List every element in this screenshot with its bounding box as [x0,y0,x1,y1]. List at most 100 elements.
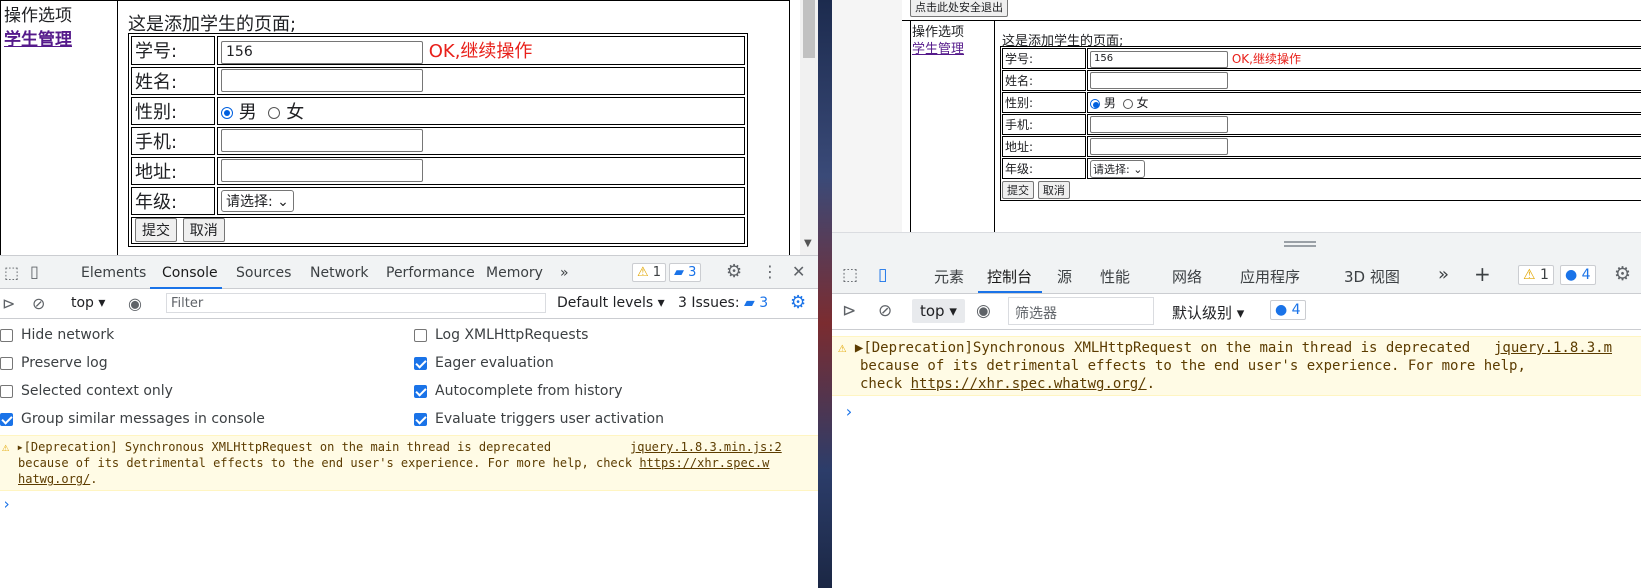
checkbox[interactable] [0,384,13,398]
device-toolbar-icon[interactable]: ▯ [878,267,887,284]
gender-male-label: 男 [238,101,257,123]
student-id-input[interactable]: 156 [221,40,423,64]
grade-select[interactable]: 请选择: ⌄ [221,189,294,212]
setting-preserve-log[interactable]: Preserve log [0,355,108,371]
gear-icon[interactable]: ⚙ [726,263,742,281]
submit-button[interactable]: 提交 [135,218,177,242]
checkbox[interactable] [0,412,13,426]
xhr-spec-link-cont[interactable]: hatwg.org/ [18,472,90,486]
warning-text-end: hatwg.org/. [18,472,98,486]
context-selector[interactable]: top ▾ [912,299,965,323]
tab-application[interactable]: 应用程序 [1240,266,1300,287]
filter-input[interactable]: 筛选器 [1008,297,1154,325]
sidebar-toggle-icon[interactable]: ⊳ [842,303,856,320]
gear-icon[interactable]: ⚙ [1614,265,1631,284]
checkbox[interactable] [414,384,427,398]
checkbox[interactable] [0,356,13,370]
context-selector[interactable]: top ▾ [71,295,105,311]
logout-button[interactable]: 点击此处安全退出 [910,0,1008,17]
devtools-resize-handle[interactable] [832,232,1641,256]
submit-button[interactable]: 提交 [1002,180,1034,199]
sidebar-toggle-icon[interactable]: ⊳ [2,296,15,312]
console-prompt[interactable]: › [2,495,11,513]
devtools-tabbar: ⬚ ▯ 元素 控制台 源 性能 网络 应用程序 3D 视图 » + ⚠ 1 ● … [832,256,1641,294]
gender-female-radio[interactable] [268,106,281,119]
scroll-down-arrow-icon[interactable]: ▼ [804,238,812,249]
log-levels-dropdown[interactable]: 默认级别 ▾ [1172,302,1244,323]
xhr-spec-link[interactable]: https://xhr.spec.whatwg.org/ [911,376,1147,392]
tab-sources[interactable]: Sources [236,265,291,281]
setting-eager-evaluation[interactable]: Eager evaluation [414,355,554,371]
setting-log-xhr[interactable]: Log XMLHttpRequests [414,327,588,343]
tab-elements[interactable]: 元素 [934,266,964,287]
gender-male-radio[interactable] [1090,98,1100,109]
tab-console[interactable]: 控制台 [987,266,1032,287]
student-id-input[interactable]: 156 [1090,50,1228,68]
devtools-panel: ⬚ ▯ 元素 控制台 源 性能 网络 应用程序 3D 视图 » + ⚠ 1 ● … [832,256,1641,588]
inspect-element-icon[interactable]: ⬚ [4,265,19,281]
phone-input[interactable] [1090,116,1228,133]
tab-console[interactable]: Console [162,265,218,281]
setting-group-similar[interactable]: Group similar messages in console [0,411,265,427]
expand-arrow-icon[interactable]: ▸ [16,440,23,454]
setting-selected-context[interactable]: Selected context only [0,383,173,399]
issues-button[interactable]: 3 Issues: ▰ 3 [678,295,768,311]
chevron-down-icon: ⌄ [1133,162,1143,176]
tab-performance[interactable]: Performance [386,265,475,281]
student-management-link[interactable]: 学生管理 [912,42,964,57]
more-options-icon[interactable]: ⋮ [762,264,778,280]
console-prompt[interactable]: › [844,402,854,421]
tab-elements[interactable]: Elements [81,265,146,281]
checkbox[interactable] [414,356,427,370]
inspect-element-icon[interactable]: ⬚ [842,267,858,284]
warnings-badge[interactable]: ⚠ 1 [632,263,667,282]
form-row-phone: 手机: [1002,114,1641,135]
tab-performance[interactable]: 性能 [1100,266,1130,287]
setting-autocomplete-history[interactable]: Autocomplete from history [414,383,623,399]
scrollbar-thumb[interactable] [803,0,815,58]
console-settings-gear-icon[interactable]: ⚙ [790,294,806,312]
tab-network[interactable]: Network [310,265,368,281]
name-input[interactable] [221,69,423,92]
checkbox[interactable] [414,328,427,342]
eye-icon[interactable]: ◉ [128,296,142,312]
gender-male-radio[interactable] [221,106,233,119]
tab-network[interactable]: 网络 [1172,266,1202,287]
grade-select[interactable]: 请选择: ⌄ [1090,159,1146,178]
cancel-button[interactable]: 取消 [1037,180,1070,199]
drag-grip-icon[interactable] [1284,241,1316,247]
messages-badge[interactable]: ● 4 [1560,265,1596,285]
setting-evaluate-triggers[interactable]: Evaluate triggers user activation [414,411,664,427]
devtools-panel: ⬚ ▯ Elements Console Sources Network Per… [0,255,818,588]
cancel-button[interactable]: 取消 [182,218,225,242]
gender-female-radio[interactable] [1122,98,1133,109]
xhr-spec-link[interactable]: https://xhr.spec.w [639,456,769,470]
checkbox[interactable] [414,412,427,426]
checkbox[interactable] [0,328,13,342]
device-toolbar-icon[interactable]: ▯ [30,264,39,280]
clear-console-icon[interactable]: ⊘ [878,303,892,320]
issues-button[interactable]: ● 4 [1270,300,1306,320]
tab-sources[interactable]: 源 [1057,266,1072,287]
phone-input[interactable] [221,129,423,152]
eye-icon[interactable]: ◉ [976,303,991,320]
source-link[interactable]: jquery.1.8.3.min.js:2 [630,439,782,455]
tab-3d-view[interactable]: 3D 视图 [1344,266,1400,287]
messages-badge[interactable]: ▰ 3 [669,263,702,282]
add-tab-button[interactable]: + [1474,262,1491,286]
clear-console-icon[interactable]: ⊘ [32,296,45,312]
address-input[interactable] [221,159,423,182]
name-input[interactable] [1090,72,1228,89]
address-input[interactable] [1090,138,1228,155]
tab-memory[interactable]: Memory [486,265,543,281]
filter-input[interactable]: Filter [166,293,546,313]
warnings-badge[interactable]: ⚠ 1 [1518,265,1554,285]
setting-hide-network[interactable]: Hide network [0,327,114,343]
log-levels-dropdown[interactable]: Default levels ▾ [557,295,665,311]
source-link[interactable]: jquery.1.8.3.m [1494,339,1612,357]
student-management-link[interactable]: 学生管理 [4,30,72,50]
more-tabs-button[interactable]: » [1438,264,1449,285]
close-icon[interactable]: ✕ [792,264,805,280]
console-warning-message: ⚠ ▸[Deprecation] Synchronous XMLHttpRequ… [0,435,818,491]
more-tabs-button[interactable]: » [560,265,569,281]
